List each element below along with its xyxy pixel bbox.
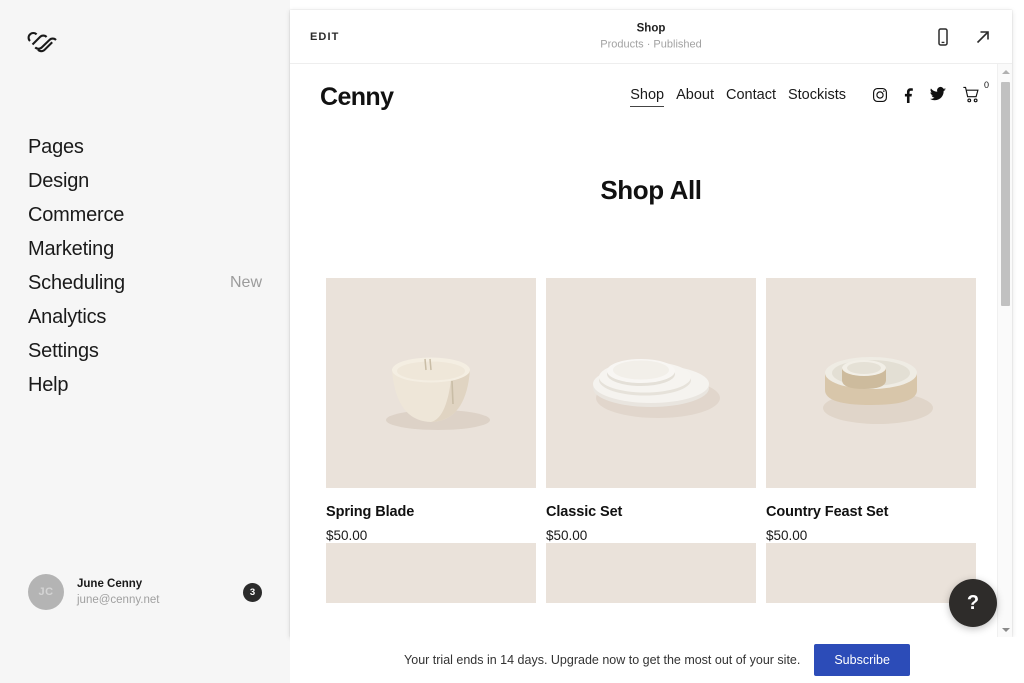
help-button[interactable]: ? (949, 579, 997, 627)
squarespace-logo-icon[interactable] (26, 24, 60, 58)
preview-page-info: Shop Products · Published (600, 21, 702, 52)
sidebar-item-scheduling[interactable]: Scheduling New (0, 266, 290, 300)
page-title-wrap: Shop All (290, 175, 1012, 206)
product-card[interactable] (546, 543, 756, 603)
sidebar-item-pages[interactable]: Pages (0, 130, 290, 164)
twitter-icon[interactable] (930, 86, 947, 108)
sidebar-item-label: Design (28, 170, 90, 192)
sidebar-item-label: Pages (28, 136, 84, 158)
sidebar-nav: Pages Design Commerce Marketing Scheduli… (0, 130, 290, 402)
open-external-icon[interactable] (972, 26, 994, 48)
trial-bar: Your trial ends in 14 days. Upgrade now … (290, 637, 1024, 683)
product-price: $50.00 (546, 528, 588, 543)
product-card[interactable]: Country Feast Set $50.00 (766, 278, 976, 543)
site-nav-link-contact[interactable]: Contact (726, 87, 776, 107)
mobile-device-icon[interactable] (932, 26, 954, 48)
sidebar: Pages Design Commerce Marketing Scheduli… (0, 0, 290, 683)
page-title: Shop All (600, 175, 702, 205)
user-account-block[interactable]: JC June Cenny june@cenny.net 3 (0, 564, 290, 620)
user-name: June Cenny (77, 577, 143, 590)
sidebar-item-label: Scheduling (28, 272, 125, 294)
site-nav-link-about[interactable]: About (676, 87, 714, 107)
user-info: June Cenny june@cenny.net (77, 577, 159, 608)
product-image-placeholder[interactable] (326, 543, 536, 603)
product-name: Country Feast Set (766, 504, 889, 520)
preview-page-title: Shop (636, 21, 666, 34)
cart-count-badge: 0 (983, 80, 989, 90)
product-image-nested-bowls[interactable] (766, 278, 976, 488)
avatar: JC (28, 574, 64, 610)
scrollbar-thumb[interactable] (1001, 82, 1010, 306)
instagram-icon[interactable] (872, 87, 888, 108)
site-nav-link-shop[interactable]: Shop (630, 87, 665, 107)
product-grid: Spring Blade $50.00 Classic Set $50.00 C… (290, 278, 1012, 603)
preview-toolbar: EDIT Shop Products · Published (290, 10, 1012, 64)
product-card[interactable] (326, 543, 536, 603)
product-image-placeholder[interactable] (766, 543, 976, 603)
product-image-ceramic-bowl[interactable] (326, 278, 536, 488)
sidebar-item-settings[interactable]: Settings (0, 334, 290, 368)
edit-button[interactable]: EDIT (310, 31, 339, 43)
site-canvas: Cenny Shop About Contact Stockists 0 Sho… (290, 64, 1012, 637)
user-email: june@cenny.net (77, 594, 160, 606)
sidebar-item-analytics[interactable]: Analytics (0, 300, 290, 334)
social-icons: 0 (872, 80, 989, 109)
squarespace-admin-window: Pages Design Commerce Marketing Scheduli… (0, 0, 1024, 683)
sidebar-item-label: Marketing (28, 238, 115, 260)
sidebar-item-label: Settings (28, 340, 99, 362)
sidebar-item-design[interactable]: Design (0, 164, 290, 198)
product-name: Classic Set (546, 504, 623, 520)
product-image-placeholder[interactable] (546, 543, 756, 603)
product-card[interactable]: Classic Set $50.00 (546, 278, 756, 543)
sidebar-item-label: Analytics (28, 306, 107, 328)
sidebar-item-label: Commerce (28, 204, 125, 226)
site-preview-window: EDIT Shop Products · Published Cenny Sho… (290, 10, 1012, 637)
sidebar-item-marketing[interactable]: Marketing (0, 232, 290, 266)
site-logo[interactable]: Cenny (320, 83, 394, 112)
sidebar-item-new-badge: New (229, 274, 262, 291)
sidebar-item-help[interactable]: Help (0, 368, 290, 402)
product-price: $50.00 (326, 528, 368, 543)
scrollbar-up-arrow[interactable] (998, 64, 1012, 79)
preview-scrollbar[interactable] (997, 64, 1012, 637)
trial-message: Your trial ends in 14 days. Upgrade now … (404, 653, 801, 667)
product-name: Spring Blade (326, 504, 415, 520)
subscribe-button[interactable]: Subscribe (814, 644, 910, 676)
product-price: $50.00 (766, 528, 808, 543)
product-image-stacked-plates[interactable] (546, 278, 756, 488)
scrollbar-down-arrow[interactable] (998, 622, 1012, 637)
preview-toolbar-actions (932, 26, 994, 48)
sidebar-item-commerce[interactable]: Commerce (0, 198, 290, 232)
product-card[interactable]: Spring Blade $50.00 (326, 278, 536, 543)
product-card[interactable] (766, 543, 976, 603)
site-header: Cenny Shop About Contact Stockists 0 (290, 64, 1012, 130)
site-nav-link-stockists[interactable]: Stockists (788, 87, 846, 107)
site-nav: Shop About Contact Stockists 0 (630, 80, 989, 109)
sidebar-item-label: Help (28, 374, 69, 396)
facebook-icon[interactable] (901, 87, 917, 108)
shopping-cart-icon[interactable]: 0 (962, 80, 989, 109)
notification-badge[interactable]: 3 (243, 582, 262, 602)
preview-page-status: Products · Published (600, 38, 702, 51)
